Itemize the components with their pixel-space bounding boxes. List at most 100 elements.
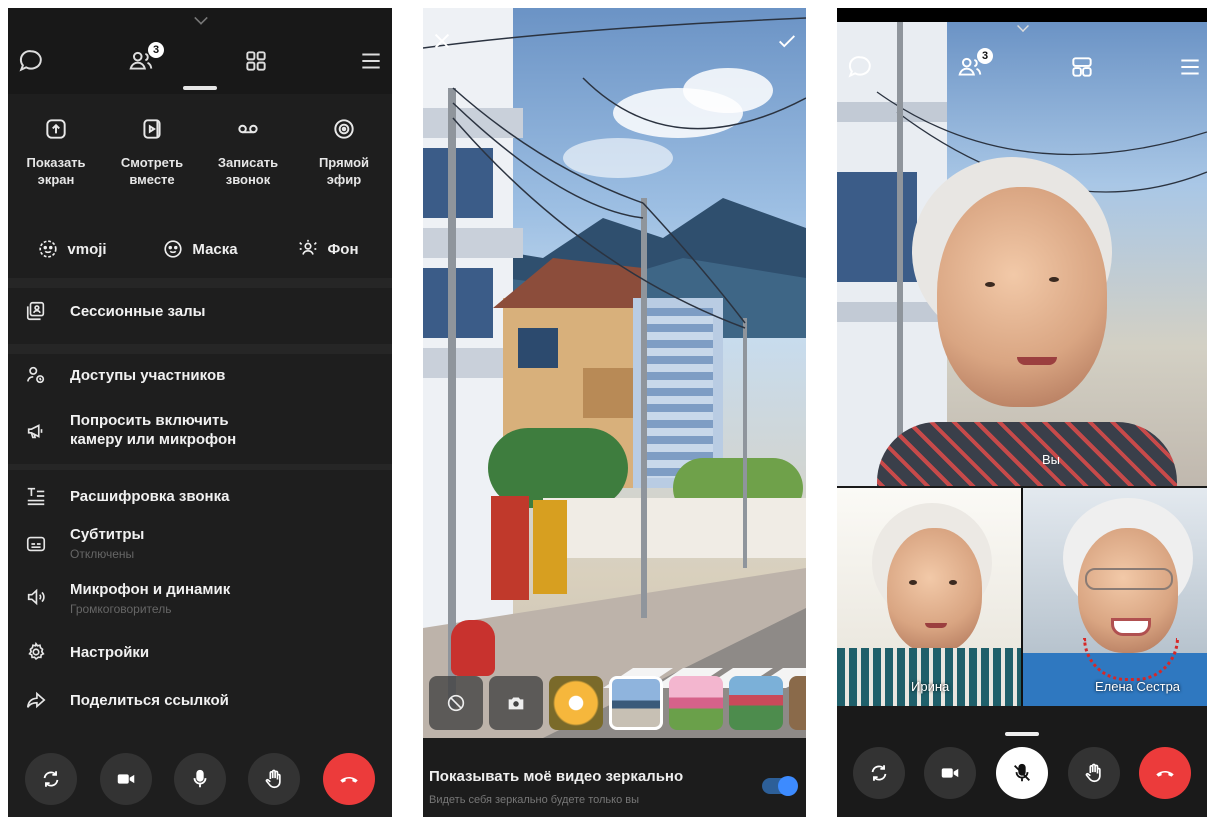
mic-speaker-status: Громкоговоритель [70, 602, 172, 616]
mouth [925, 623, 947, 628]
end-call-button[interactable] [322, 753, 375, 805]
share-link-label: Поделиться ссылкой [70, 692, 229, 709]
settings-item[interactable]: Настройки [8, 640, 392, 670]
microphone-muted-button[interactable] [995, 747, 1048, 799]
vmoji-button[interactable]: vmoji [8, 230, 136, 268]
background-option-sakura[interactable] [669, 676, 723, 730]
mirror-toggle[interactable] [762, 776, 798, 796]
call-menu-panel: 3 Показать экран Смотреть вместе Записать з… [8, 8, 392, 817]
mic-speaker-label: Микрофон и динамик [70, 581, 231, 598]
vmoji-label: vmoji [67, 240, 107, 258]
ask-camera-label-2: камеру или микрофон [70, 431, 237, 448]
mask-label: Маска [192, 240, 238, 258]
eye [1049, 277, 1059, 282]
raise-hand-icon [1085, 763, 1101, 783]
flip-camera-icon [43, 771, 59, 787]
no-background-option[interactable] [429, 676, 483, 730]
vmoji-icon [39, 240, 58, 258]
microphone-off-icon [1014, 763, 1030, 782]
background-button[interactable]: Фон [264, 230, 392, 268]
background-preview-panel: Показывать моё видео зеркально Видеть се… [423, 8, 806, 817]
layout-icon[interactable] [1069, 54, 1095, 80]
record-call-label: Записать звонок [217, 155, 279, 187]
divider [8, 344, 392, 354]
ask-camera-item[interactable]: Попросить включить камеру или микрофон [8, 408, 392, 456]
divider [8, 464, 392, 470]
eye [985, 282, 995, 287]
background-option-garden[interactable] [729, 676, 783, 730]
participant-access-label: Доступы участников [70, 367, 226, 384]
share-link-item[interactable]: Поделиться ссылкой [8, 688, 392, 718]
subtitles-label: Субтитры [70, 526, 145, 543]
no-background-icon [447, 694, 465, 712]
share-screen-button[interactable]: Показать экран [8, 116, 104, 188]
microphone-button[interactable] [173, 753, 226, 805]
flip-camera-button[interactable] [852, 747, 905, 799]
share-screen-icon [43, 116, 69, 142]
subtitles-icon [25, 533, 47, 555]
live-button[interactable]: Прямой эфир [296, 116, 392, 188]
chat-icon[interactable] [18, 48, 44, 74]
flip-camera-button[interactable] [25, 753, 78, 805]
call-controls [8, 749, 392, 809]
chevron-down-icon[interactable] [194, 11, 208, 25]
participant-access-icon [25, 364, 47, 386]
preview-top-bar [423, 8, 806, 68]
background-option-sunflower[interactable] [549, 676, 603, 730]
camera-icon [117, 774, 134, 784]
menu-icon[interactable] [358, 48, 384, 74]
upload-photo-option[interactable] [489, 676, 543, 730]
transcript-label: Расшифровка звонка [70, 488, 230, 505]
menu-icon[interactable] [1177, 54, 1203, 80]
participant-tile[interactable]: Ирина [837, 488, 1021, 706]
raise-hand-icon [266, 769, 282, 789]
transcript-icon [25, 485, 47, 507]
participants-icon[interactable]: 3 [128, 42, 164, 74]
transcript-item[interactable]: Расшифровка звонка [8, 484, 392, 514]
eye [949, 580, 957, 585]
share-icon [25, 689, 47, 711]
mask-icon [164, 240, 183, 258]
sheet-handle[interactable] [1005, 732, 1039, 736]
participants-grid: Ирина Елена Сестра [837, 488, 1207, 706]
mic-speaker-item[interactable]: Микрофон и динамик Громкоговоритель [8, 576, 392, 620]
divider [8, 278, 392, 288]
participant-tile[interactable]: Елена Сестра [1023, 488, 1207, 706]
record-call-button[interactable]: Записать звонок [200, 116, 296, 188]
end-call-button[interactable] [1139, 747, 1192, 799]
camera-icon [508, 697, 524, 710]
camera-button[interactable] [99, 753, 152, 805]
raise-hand-button[interactable] [248, 753, 301, 805]
confirm-icon[interactable] [776, 30, 798, 52]
participant-access-item[interactable]: Доступы участников [8, 363, 392, 393]
end-call-icon [1156, 770, 1174, 777]
raise-hand-button[interactable] [1067, 747, 1120, 799]
mirror-subtitle: Видеть себя зеркально будете только вы [429, 794, 640, 806]
session-rooms-item[interactable]: Сессионные залы [8, 298, 392, 328]
background-icon [299, 239, 318, 255]
participants-icon[interactable]: 3 [957, 48, 993, 80]
chat-icon[interactable] [847, 54, 873, 80]
mask-button[interactable]: Маска [136, 230, 264, 268]
session-rooms-label: Сессионные залы [70, 303, 206, 320]
session-rooms-icon [25, 300, 47, 322]
participants-badge: 3 [148, 42, 164, 58]
gear-icon [25, 641, 47, 663]
live-icon [331, 116, 357, 142]
ask-camera-label-1: Попросить включить [70, 412, 229, 429]
subtitles-item[interactable]: Субтитры Отключены [8, 523, 392, 567]
sheet-handle[interactable] [183, 86, 217, 90]
background-option-street[interactable] [609, 676, 663, 730]
close-icon[interactable] [431, 30, 453, 52]
camera-icon [942, 768, 959, 778]
settings-label: Настройки [70, 644, 150, 661]
camera-button[interactable] [924, 747, 977, 799]
face [887, 528, 982, 653]
watch-together-button[interactable]: Смотреть вместе [104, 116, 200, 188]
scarf [837, 648, 1021, 706]
background-option-more[interactable] [789, 676, 806, 730]
chevron-down-icon[interactable] [1017, 20, 1029, 32]
participant-name: Ирина [911, 679, 950, 694]
scooter [451, 620, 495, 676]
layout-grid-icon[interactable] [243, 48, 269, 74]
